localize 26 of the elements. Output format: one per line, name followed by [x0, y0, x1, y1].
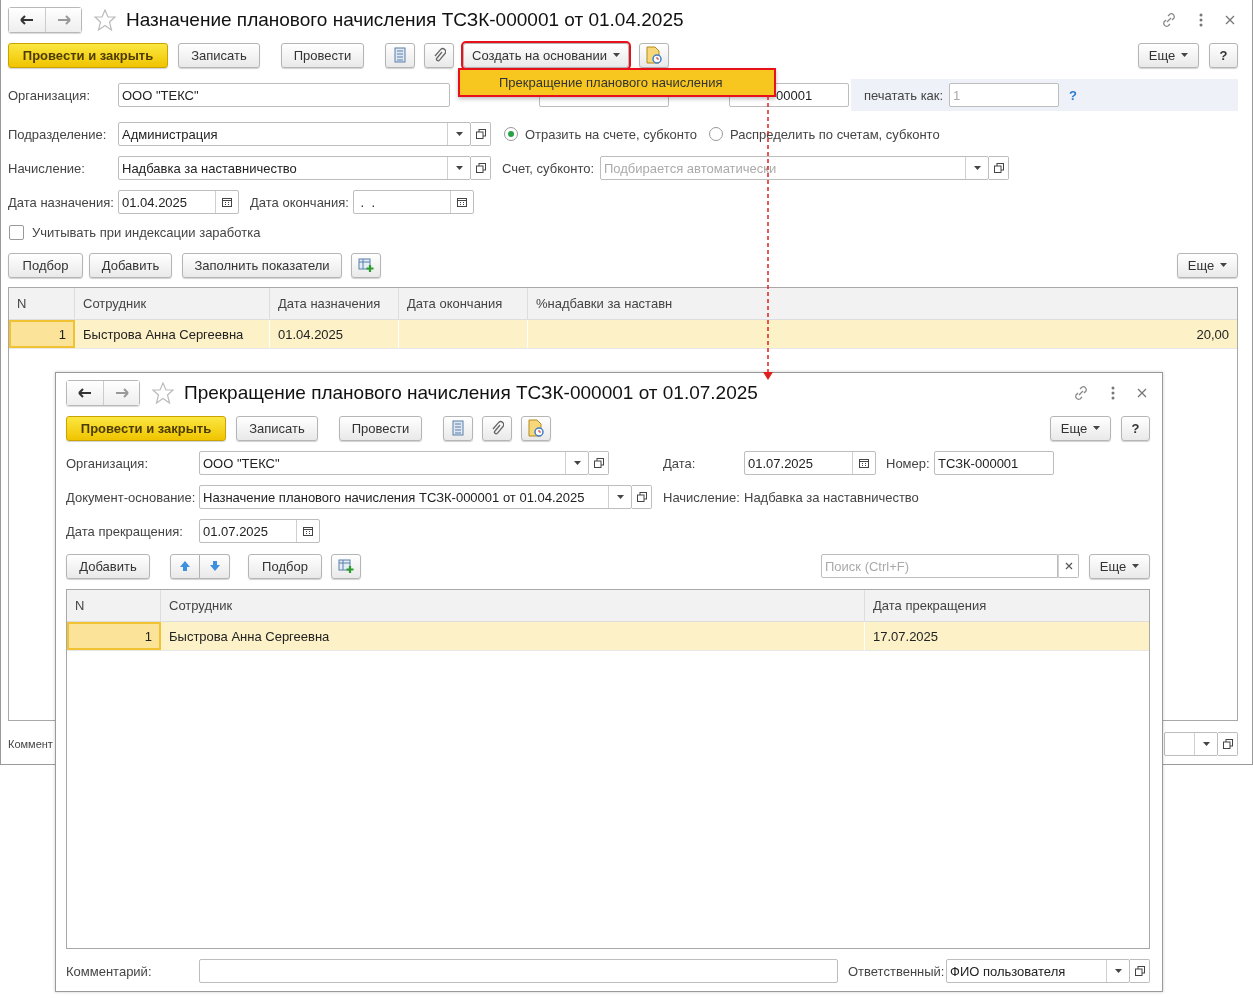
table-cell-text: 20,00 — [1195, 325, 1230, 344]
field-label: Начисление: — [663, 489, 741, 505]
field-label: Коммент — [8, 738, 53, 750]
table-cell: Быстрова Анна Сергеевна — [75, 320, 270, 348]
field-label: Дата: — [663, 455, 697, 471]
field-label: Организация: — [8, 87, 92, 103]
field-label: Ответственный: — [848, 963, 946, 979]
table-cell: Быстрова Анна Сергеевна — [161, 622, 865, 650]
field-label: Номер: — [886, 455, 931, 471]
accrual-value: Надбавка за наставничество — [744, 489, 919, 505]
table-cell-text: 17.07.2025 — [872, 627, 940, 646]
field-label: Комментарий: — [66, 963, 153, 979]
window-title: Прекращение планового начисления ТСЗК-000001 от 01.07.2025 — [184, 382, 758, 404]
table-cell: 01.04.2025 — [270, 320, 399, 348]
field-label: печатать как: — [864, 87, 945, 103]
table-cell: 1 — [9, 320, 75, 348]
field-label: Подразделение: — [8, 126, 108, 142]
field-label: Дата прекращения: — [66, 523, 184, 539]
field-label: Дата назначения: — [8, 194, 115, 210]
field-label: Начисление: — [8, 160, 86, 176]
table-cell: 1 — [67, 622, 161, 650]
field-label: Счет, субконто: — [502, 160, 596, 176]
field-label: Дата окончания: — [250, 194, 350, 210]
field-label: Организация: — [66, 455, 150, 471]
field-label: Документ-основание: — [66, 489, 197, 505]
window-title: Назначение планового начисления ТСЗК-000001 от 01.04.2025 — [126, 9, 684, 31]
